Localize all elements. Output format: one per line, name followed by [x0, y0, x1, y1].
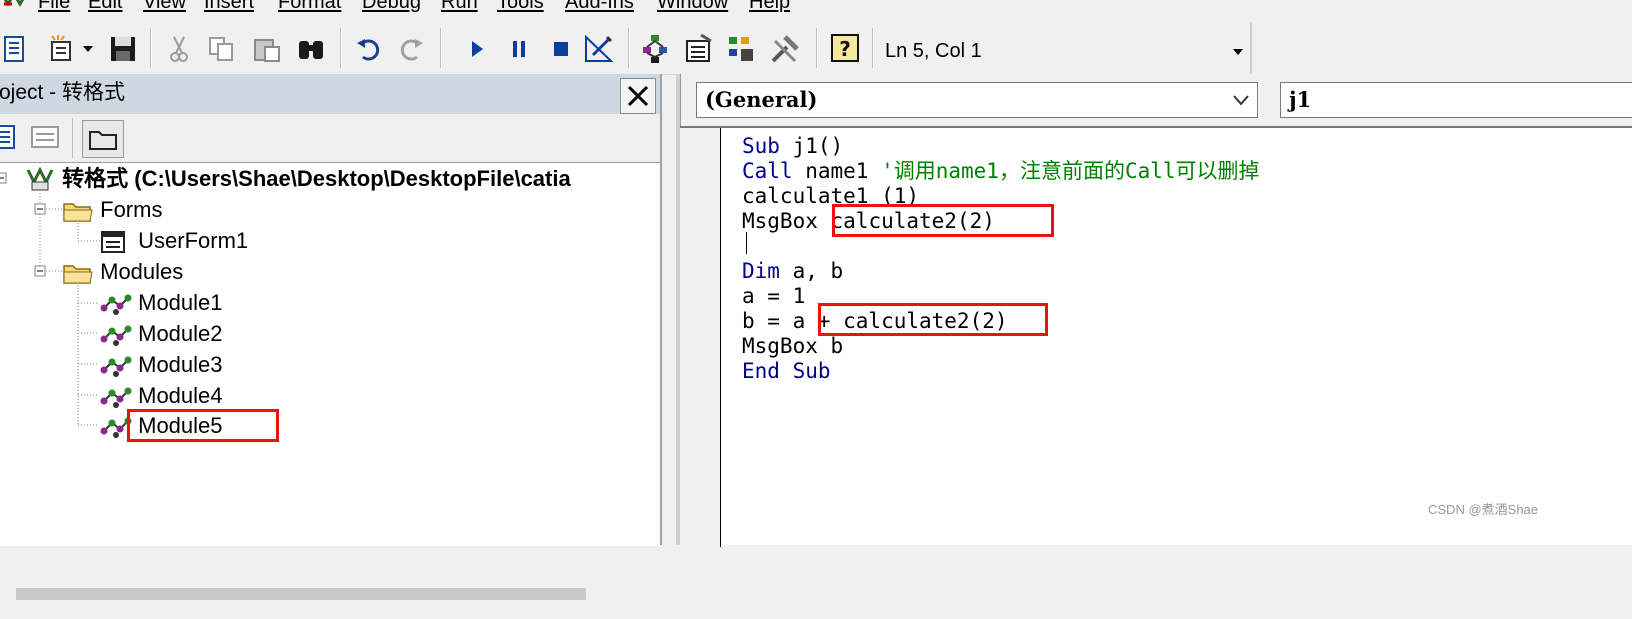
- module-icon: [100, 356, 132, 378]
- close-button[interactable]: [620, 78, 656, 114]
- project-explorer-pane: roject - 转格式 转格式 (C:\Users\Shae\Desktop\…: [0, 74, 662, 619]
- menu-insert[interactable]: Insert: [204, 0, 254, 14]
- highlight-box: [832, 204, 1054, 237]
- project-title-bar: roject - 转格式: [0, 74, 660, 114]
- text-cursor: [746, 232, 747, 254]
- project-title: roject - 转格式: [0, 81, 126, 104]
- reset-icon[interactable]: [544, 32, 578, 66]
- project-explorer-icon[interactable]: [640, 32, 674, 66]
- code-line: a = 1: [742, 284, 806, 308]
- tree-item-module4[interactable]: Module4: [98, 381, 223, 411]
- vba-app-icon: [3, 0, 25, 7]
- help-icon[interactable]: ?: [828, 32, 862, 66]
- cursor-position-label: Ln 5, Col 1: [885, 40, 982, 62]
- userform-icon: [101, 231, 125, 254]
- tree-item-label: Module3: [138, 352, 223, 377]
- view-object-toggle-icon[interactable]: [30, 124, 60, 150]
- tree-item-module2[interactable]: Module2: [98, 319, 223, 349]
- dropdown-arrow-icon[interactable]: [76, 32, 100, 66]
- project-tree: 转格式 (C:\Users\Shae\Desktop\DesktopFile\c…: [0, 162, 660, 546]
- code-line: Dim a, b: [742, 259, 844, 283]
- toggle-folders-button[interactable]: [82, 120, 124, 158]
- folder-icon: [63, 265, 93, 284]
- highlight-box: [818, 303, 1048, 336]
- code-line: Call name1 '调用name1，注意前面的Call可以删掉: [742, 159, 1260, 183]
- folder-icon: [89, 131, 117, 150]
- object-browser-icon[interactable]: [726, 32, 760, 66]
- run-icon[interactable]: [460, 32, 494, 66]
- tree-item-module3[interactable]: Module3: [98, 350, 223, 380]
- tree-item-label: Module4: [138, 383, 223, 408]
- tree-root[interactable]: 转格式 (C:\Users\Shae\Desktop\DesktopFile\c…: [24, 164, 571, 194]
- tree-horizontal-scrollbar[interactable]: [0, 586, 660, 619]
- object-combo[interactable]: (General): [696, 82, 1258, 118]
- project-toolbar: [0, 114, 660, 162]
- tree-item-label: Module1: [138, 290, 223, 315]
- module-icon: [100, 387, 132, 409]
- tree-folder-forms[interactable]: Forms: [62, 195, 162, 225]
- code-line: Sub j1(): [742, 134, 844, 158]
- tree-item-label: UserForm1: [138, 228, 249, 253]
- break-icon[interactable]: [502, 32, 536, 66]
- toolbox-icon[interactable]: [768, 32, 802, 66]
- code-line: MsgBox b: [742, 334, 844, 358]
- tree-root-label: 转格式 (C:\Users\Shae\Desktop\DesktopFile\c…: [62, 166, 571, 191]
- tree-item-userform1[interactable]: UserForm1: [100, 226, 248, 256]
- code-window: (General) j1 Sub j1() Call name1 '调用name…: [676, 74, 1632, 547]
- tree-folder-modules[interactable]: Modules: [62, 257, 183, 287]
- menu-add-ins[interactable]: Add-Ins: [565, 0, 634, 14]
- paste-icon[interactable]: [250, 32, 284, 66]
- standard-toolbar: ? Ln 5, Col 1: [0, 22, 1632, 75]
- view-object-icon[interactable]: [0, 32, 32, 66]
- menu-edit[interactable]: Edit: [88, 0, 122, 14]
- vba-project-icon: [26, 166, 54, 191]
- code-line: End Sub: [742, 359, 831, 383]
- save-icon[interactable]: [106, 32, 140, 66]
- menu-format[interactable]: Format: [278, 0, 341, 14]
- menu-tools[interactable]: Tools: [497, 0, 544, 14]
- menu-file[interactable]: File: [38, 0, 70, 14]
- find-icon[interactable]: [294, 32, 328, 66]
- design-mode-icon[interactable]: [582, 32, 616, 66]
- tree-item-label: Module2: [138, 321, 223, 346]
- view-code-icon[interactable]: [0, 124, 16, 150]
- tree-folder-label: Modules: [100, 259, 184, 284]
- folder-icon: [63, 203, 93, 222]
- menu-bar: File Edit View Insert Format Debug Run T…: [0, 0, 1632, 22]
- redo-icon[interactable]: [394, 32, 428, 66]
- chevron-down-icon[interactable]: [1231, 93, 1251, 107]
- module-icon: [100, 294, 132, 316]
- tree-item-module1[interactable]: Module1: [98, 288, 223, 318]
- svg-text:?: ?: [839, 37, 851, 61]
- copy-icon[interactable]: [204, 32, 238, 66]
- procedure-combo-value: j1: [1289, 87, 1312, 112]
- properties-window-icon[interactable]: [682, 32, 716, 66]
- menu-help[interactable]: Help: [749, 0, 790, 14]
- menu-window[interactable]: Window: [657, 0, 728, 14]
- module-icon: [100, 325, 132, 347]
- menu-run[interactable]: Run: [441, 0, 478, 14]
- scrollbar-thumb[interactable]: [16, 588, 586, 600]
- highlight-box: [127, 409, 279, 442]
- tree-folder-label: Forms: [100, 197, 163, 222]
- margin-indicator-bar[interactable]: [680, 128, 721, 547]
- watermark: CSDN @煮酒Shae: [1428, 502, 1539, 517]
- cut-icon[interactable]: [162, 32, 196, 66]
- menu-debug[interactable]: Debug: [362, 0, 421, 14]
- close-icon: [627, 85, 649, 107]
- toolbar-overflow-arrow-icon[interactable]: [1232, 48, 1244, 56]
- menu-view[interactable]: View: [143, 0, 186, 14]
- code-editor[interactable]: Sub j1() Call name1 '调用name1，注意前面的Call可以…: [680, 126, 1632, 547]
- undo-icon[interactable]: [352, 32, 386, 66]
- object-combo-value: (General): [705, 87, 818, 112]
- insert-userform-icon[interactable]: [44, 32, 78, 66]
- procedure-combo[interactable]: j1: [1280, 82, 1632, 118]
